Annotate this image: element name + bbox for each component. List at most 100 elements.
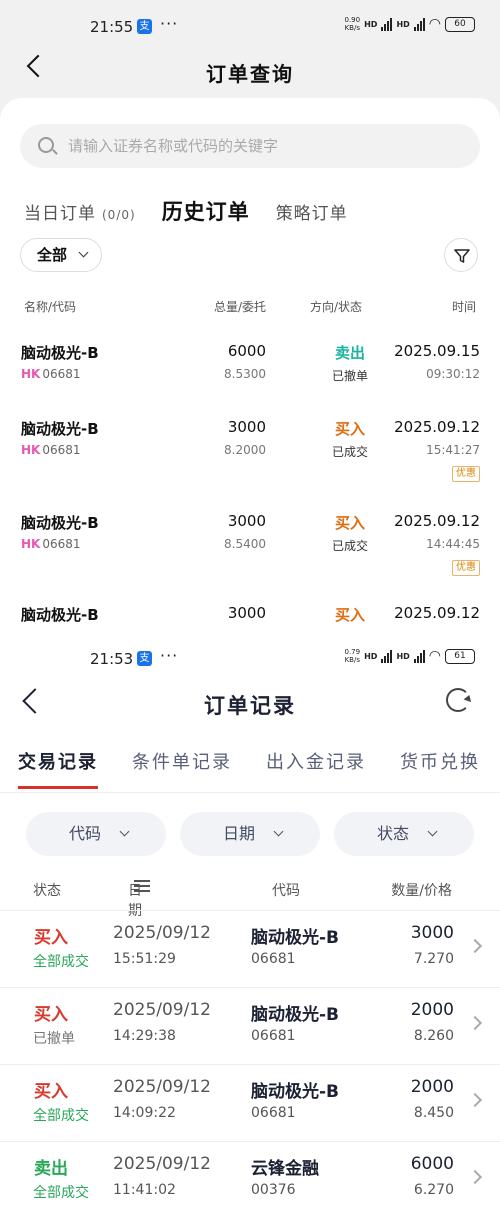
alipay-icon: 支 [137, 19, 152, 34]
filter-label: 全部 [37, 246, 68, 264]
order-row[interactable]: 脑动极光-B 3000 买入 2025.09.12 [0, 604, 500, 640]
order-records-screen: 21:53 支 ··· 0.79 KB/s HD HD ◠ 61 订单记录 交易记… [0, 640, 500, 1226]
order-price: 8.5300 [224, 367, 266, 381]
header-qty-price: 数量/价格 [391, 883, 452, 899]
record-qty: 6000 [410, 1154, 454, 1174]
order-price: 8.5400 [224, 537, 266, 551]
stock-name: 脑动极光-B [21, 606, 99, 624]
tab-history-orders[interactable]: 历史订单 [162, 196, 250, 226]
order-row[interactable]: 脑动极光-B HK 06681 3000 8.5400 买入 已成交 2025.0… [0, 512, 500, 602]
order-time: 15:41:27 [426, 443, 480, 457]
tab-fund-transfers[interactable]: 出入金记录 [266, 748, 366, 788]
order-qty: 3000 [227, 418, 266, 436]
record-stock-code: 06681 [251, 1105, 296, 1121]
record-date: 2025/09/12 [113, 923, 211, 943]
hd-label: HD [396, 651, 410, 661]
record-stock-name: 脑动极光-B [251, 1082, 340, 1102]
filter-all-dropdown[interactable]: 全部 [20, 238, 102, 272]
signal-icon [413, 649, 425, 663]
chevron-down-icon [78, 247, 89, 258]
code-filter-dropdown[interactable]: 代码 [26, 812, 166, 856]
hd-label: HD [396, 19, 410, 29]
record-status: 全部成交 [33, 1108, 89, 1124]
filter-chips: 代码 日期 状态 [26, 812, 474, 856]
tab-today-orders[interactable]: 当日订单 (0/0) [24, 199, 136, 224]
tab-conditional-orders[interactable]: 条件单记录 [132, 748, 232, 788]
order-direction: 买入 [334, 606, 365, 624]
tab-currency-exchange[interactable]: 货币兑换 [400, 748, 480, 788]
record-status: 全部成交 [33, 954, 89, 970]
hd-label: HD [364, 651, 378, 661]
order-date: 2025.09.12 [394, 418, 480, 436]
order-time: 09:30:12 [426, 367, 480, 381]
status-time: 21:53 [90, 650, 134, 668]
trade-record-row[interactable]: 买入 全部成交 2025/09/12 14:09:22 脑动极光-B 06681… [0, 1064, 500, 1141]
signal-icon [381, 17, 393, 31]
refresh-icon[interactable] [446, 688, 470, 712]
order-date: 2025.09.12 [394, 512, 480, 530]
header-name: 名称/代码 [24, 300, 77, 314]
record-direction: 买入 [34, 1005, 68, 1025]
tab-divider [0, 792, 500, 793]
header-code: 代码 [272, 883, 300, 899]
record-direction: 买入 [34, 928, 68, 948]
discount-badge: 优惠 [452, 466, 480, 482]
tab-trade-records[interactable]: 交易记录 [18, 748, 98, 789]
record-date: 2025/09/12 [113, 1077, 211, 1097]
battery-icon: 61 [445, 648, 475, 664]
record-time: 11:41:02 [113, 1182, 176, 1198]
header-time: 时间 [451, 300, 476, 314]
trade-record-row[interactable]: 卖出 全部成交 2025/09/12 11:41:02 云锋金融 00376 6… [0, 1141, 500, 1218]
chevron-right-icon [467, 1015, 483, 1031]
order-status: 已成交 [331, 539, 368, 553]
search-input[interactable]: 请输入证券名称或代码的关键字 [20, 124, 480, 168]
chevron-down-icon [273, 826, 284, 837]
chevron-down-icon [119, 826, 130, 837]
order-direction: 买入 [334, 420, 365, 438]
order-query-screen: 21:55 支 ··· 0.90 KB/s HD HD ◠ 60 订单查询 请输入… [0, 0, 500, 640]
chevron-right-icon [467, 938, 483, 954]
order-status: 已成交 [331, 445, 368, 459]
order-row[interactable]: 脑动极光-B HK 06681 3000 8.2000 买入 已成交 2025.0… [0, 418, 500, 508]
order-direction: 买入 [334, 514, 365, 532]
stock-code: HK 06681 [21, 443, 81, 457]
alipay-icon: 支 [137, 651, 152, 666]
order-qty: 3000 [227, 512, 266, 530]
records-nav-bar: 订单记录 [0, 678, 500, 728]
orders-card: 请输入证券名称或代码的关键字 当日订单 (0/0) 历史订单 策略订单 全部 名称… [0, 98, 500, 640]
order-price: 8.2000 [224, 443, 266, 457]
record-date: 2025/09/12 [113, 1154, 211, 1174]
more-notifications-icon: ··· [160, 14, 179, 33]
page-title: 订单记录 [204, 694, 296, 718]
header-status: 状态 [33, 883, 61, 899]
funnel-icon [454, 249, 470, 263]
record-stock-name: 云锋金融 [251, 1159, 319, 1179]
hd-label: HD [364, 19, 378, 29]
record-price: 7.270 [413, 951, 454, 967]
top-nav-bar: 订单查询 [0, 46, 500, 96]
stock-code: HK 06681 [21, 367, 81, 381]
record-stock-code: 06681 [251, 951, 296, 967]
header-direction: 方向/状态 [310, 300, 363, 314]
page-title: 订单查询 [206, 62, 294, 86]
order-qty: 3000 [227, 604, 266, 622]
status-filter-dropdown[interactable]: 状态 [334, 812, 474, 856]
trade-record-row[interactable]: 买入 已撤单 2025/09/12 14:29:38 脑动极光-B 06681 … [0, 987, 500, 1064]
record-date: 2025/09/12 [113, 1000, 211, 1020]
sort-menu-icon[interactable] [134, 880, 150, 892]
record-stock-code: 06681 [251, 1028, 296, 1044]
chevron-right-icon [467, 1169, 483, 1185]
record-qty: 3000 [410, 923, 454, 943]
record-tabs: 交易记录 条件单记录 出入金记录 货币兑换 [18, 748, 480, 789]
record-price: 6.270 [413, 1182, 454, 1198]
record-price: 8.260 [413, 1028, 454, 1044]
record-status: 全部成交 [33, 1185, 89, 1201]
signal-icon [413, 17, 425, 31]
record-qty: 2000 [410, 1077, 454, 1097]
trade-record-row[interactable]: 买入 全部成交 2025/09/12 15:51:29 脑动极光-B 06681… [0, 910, 500, 987]
date-filter-dropdown[interactable]: 日期 [180, 812, 320, 856]
order-time: 14:44:45 [426, 537, 480, 551]
record-time: 14:09:22 [113, 1105, 176, 1121]
tab-strategy-orders[interactable]: 策略订单 [276, 199, 348, 224]
filter-button[interactable] [444, 238, 478, 272]
